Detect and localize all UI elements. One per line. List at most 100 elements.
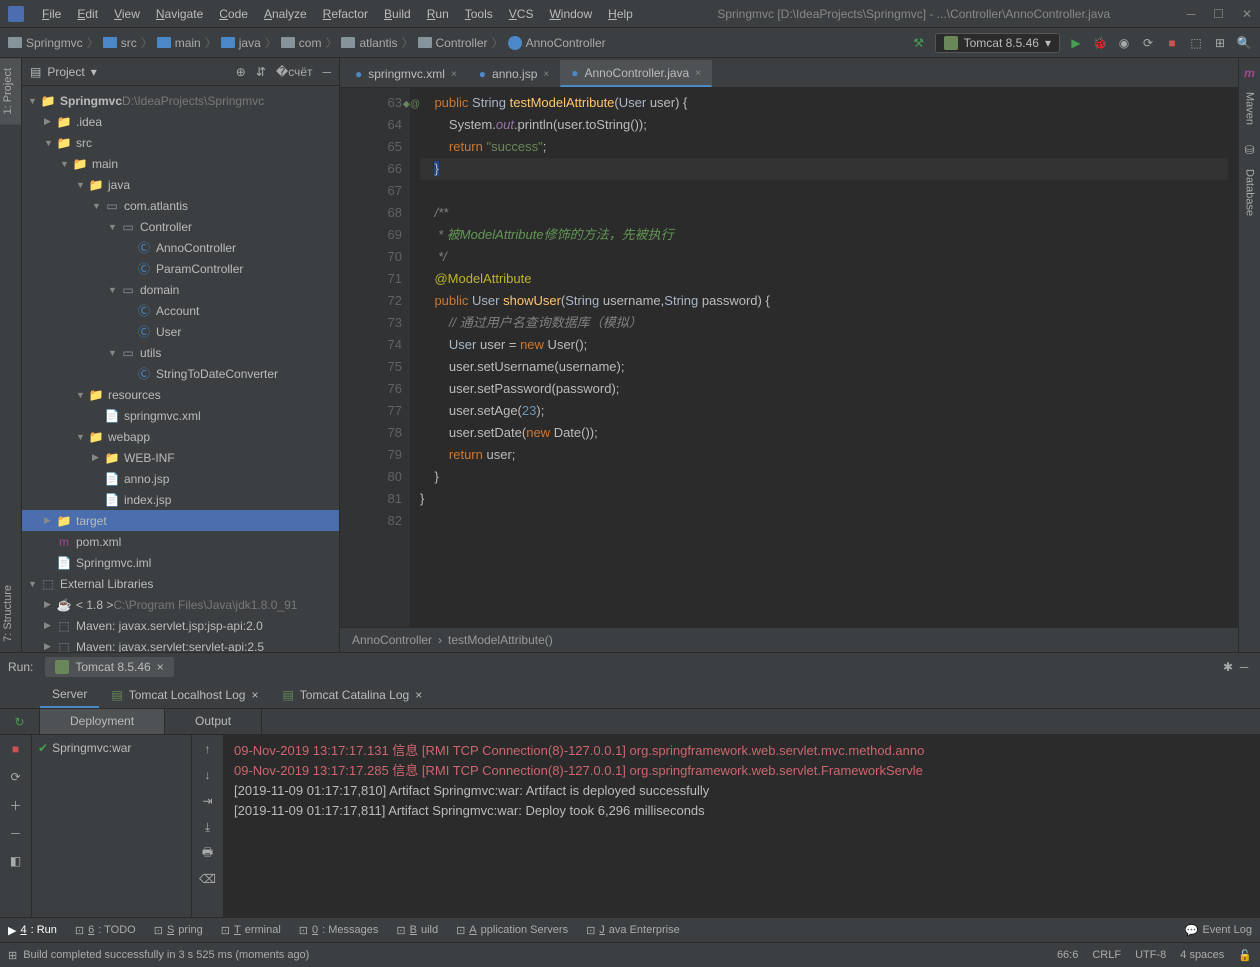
update-button[interactable]: ⬚ xyxy=(1188,35,1204,51)
bottom-tool-messages[interactable]: ⊡ 0: Messages xyxy=(299,924,379,937)
build-icon[interactable]: ⚒ xyxy=(911,35,927,51)
structure-icon[interactable]: ⊞ xyxy=(1212,35,1228,51)
menu-code[interactable]: Code xyxy=(211,7,256,21)
close-icon[interactable]: × xyxy=(695,68,701,79)
editor-tab[interactable]: ●AnnoController.java× xyxy=(560,60,712,87)
menu-build[interactable]: Build xyxy=(376,7,419,21)
coverage-button[interactable]: ◉ xyxy=(1116,35,1132,51)
close-icon[interactable]: × xyxy=(157,660,164,674)
tree-item[interactable]: ⒸStringToDateConverter xyxy=(22,363,339,384)
hide-icon[interactable]: ─ xyxy=(1236,659,1252,675)
cursor-position[interactable]: 66:6 xyxy=(1057,949,1078,962)
menu-navigate[interactable]: Navigate xyxy=(148,7,211,21)
run-button[interactable]: ▶ xyxy=(1068,35,1084,51)
stop-button[interactable]: ■ xyxy=(1164,35,1180,51)
server-tab[interactable]: ▤ Tomcat Localhost Log × xyxy=(99,683,270,707)
minus-icon[interactable]: － xyxy=(8,825,24,841)
gear-icon[interactable]: ✱ xyxy=(1220,659,1236,675)
crumb-src[interactable]: src xyxy=(103,36,137,50)
editor-tab[interactable]: ●springmvc.xml× xyxy=(344,61,468,87)
tree-item[interactable]: ▼📁webapp xyxy=(22,426,339,447)
bottom-tool-spring[interactable]: ⊡ Spring xyxy=(154,924,203,937)
menu-vcs[interactable]: VCS xyxy=(501,7,542,21)
menu-refactor[interactable]: Refactor xyxy=(315,7,376,21)
debug-button[interactable]: 🐞 xyxy=(1092,35,1108,51)
tree-item[interactable]: 📄Springmvc.iml xyxy=(22,552,339,573)
deployment-tab[interactable]: Deployment xyxy=(40,709,165,734)
tree-item[interactable]: ⒸAccount xyxy=(22,300,339,321)
run-config-tab[interactable]: Tomcat 8.5.46 × xyxy=(45,657,173,677)
tree-item[interactable]: ▶📁WEB-INF xyxy=(22,447,339,468)
gear-icon[interactable]: �счёт xyxy=(276,65,313,79)
profile-button[interactable]: ⟳ xyxy=(1140,35,1156,51)
chevron-down-icon[interactable]: ▾ xyxy=(91,65,97,79)
plus-icon[interactable]: ＋ xyxy=(8,797,24,813)
tree-item[interactable]: ▼📁main xyxy=(22,153,339,174)
tree-item[interactable]: ▼📁resources xyxy=(22,384,339,405)
stop-icon[interactable]: ■ xyxy=(8,741,24,757)
lock-icon[interactable]: 🔓 xyxy=(1238,949,1252,962)
menu-edit[interactable]: Edit xyxy=(69,7,106,21)
status-icon[interactable]: ⊞ xyxy=(8,949,17,962)
collapse-icon[interactable]: ⇵ xyxy=(256,65,266,79)
output-tab[interactable]: Output xyxy=(165,709,262,734)
code-area[interactable]: public String testModelAttribute(User us… xyxy=(410,88,1238,627)
print-icon[interactable]: 🖶 xyxy=(200,845,216,861)
tree-item[interactable]: ⒸAnnoController xyxy=(22,237,339,258)
tree-item[interactable]: ▼📁java xyxy=(22,174,339,195)
tree-item[interactable]: ⒸUser xyxy=(22,321,339,342)
bottom-tool-build[interactable]: ⊡ Build xyxy=(396,924,438,937)
tree-item[interactable]: ⒸParamController xyxy=(22,258,339,279)
menu-view[interactable]: View xyxy=(106,7,148,21)
tree-item[interactable]: ▼▭domain xyxy=(22,279,339,300)
tree-item[interactable]: ▶☕< 1.8 > C:\Program Files\Java\jdk1.8.0… xyxy=(22,594,339,615)
up-icon[interactable]: ↑ xyxy=(200,741,216,757)
editor-tab[interactable]: ●anno.jsp× xyxy=(468,61,560,87)
scroll-icon[interactable]: ⤓ xyxy=(200,819,216,835)
maximize-button[interactable]: ☐ xyxy=(1213,7,1224,21)
encoding[interactable]: UTF-8 xyxy=(1135,949,1166,962)
bottom-tool-javaenterprise[interactable]: ⊡ Java Enterprise xyxy=(586,924,680,937)
search-icon[interactable]: 🔍 xyxy=(1236,35,1252,51)
tree-item[interactable]: 📄anno.jsp xyxy=(22,468,339,489)
tree-item[interactable]: ▶⬚Maven: javax.servlet:servlet-api:2.5 xyxy=(22,636,339,652)
tree-item[interactable]: mpom.xml xyxy=(22,531,339,552)
tree-item[interactable]: ▼⬚External Libraries xyxy=(22,573,339,594)
project-tree[interactable]: ▼📁Springmvc D:\IdeaProjects\Springmvc▶📁.… xyxy=(22,86,339,652)
crumb-main[interactable]: main xyxy=(157,36,201,50)
menu-file[interactable]: File xyxy=(34,7,69,21)
menu-run[interactable]: Run xyxy=(419,7,457,21)
locate-icon[interactable]: ⊕ xyxy=(236,65,246,79)
tree-item[interactable]: ▶⬚Maven: javax.servlet.jsp:jsp-api:2.0 xyxy=(22,615,339,636)
close-icon[interactable]: × xyxy=(451,69,457,80)
crumb-com[interactable]: com xyxy=(281,36,322,50)
crumb-java[interactable]: java xyxy=(221,36,261,50)
menu-analyze[interactable]: Analyze xyxy=(256,7,315,21)
crumb-atlantis[interactable]: atlantis xyxy=(341,36,397,50)
bottom-tool-terminal[interactable]: ⊡ Terminal xyxy=(221,924,281,937)
close-icon[interactable]: × xyxy=(543,69,549,80)
crumb-springmvc[interactable]: Springmvc xyxy=(8,36,83,50)
event-log-button[interactable]: 💬 Event Log xyxy=(1185,924,1252,937)
tree-item[interactable]: ▼▭Controller xyxy=(22,216,339,237)
structure-tool-tab[interactable]: 7: Structure xyxy=(0,575,21,652)
tree-item[interactable]: ▶📁target xyxy=(22,510,339,531)
tree-item[interactable]: ▼📁Springmvc D:\IdeaProjects\Springmvc xyxy=(22,90,339,111)
close-button[interactable]: ✕ xyxy=(1242,7,1252,21)
indent[interactable]: 4 spaces xyxy=(1180,949,1224,962)
bottom-tool-run[interactable]: ▶ 4: Run xyxy=(8,924,57,937)
tree-item[interactable]: ▼▭utils xyxy=(22,342,339,363)
artifact-icon[interactable]: ◧ xyxy=(8,853,24,869)
menu-window[interactable]: Window xyxy=(541,7,600,21)
console-output[interactable]: 09-Nov-2019 13:17:17.131 信息 [RMI TCP Con… xyxy=(224,735,1260,917)
menu-tools[interactable]: Tools xyxy=(457,7,501,21)
crumb-annocontroller[interactable]: AnnoController xyxy=(508,36,606,50)
menu-help[interactable]: Help xyxy=(600,7,641,21)
database-tool-tab[interactable]: Database xyxy=(1242,161,1258,224)
bottom-tool-applicationservers[interactable]: ⊡ Application Servers xyxy=(456,924,568,937)
tree-item[interactable]: ▶📁.idea xyxy=(22,111,339,132)
rerun-icon[interactable]: ↻ xyxy=(12,714,28,730)
server-tab[interactable]: Server xyxy=(40,682,99,708)
server-tab[interactable]: ▤ Tomcat Catalina Log × xyxy=(270,683,434,707)
wrap-icon[interactable]: ⇥ xyxy=(200,793,216,809)
